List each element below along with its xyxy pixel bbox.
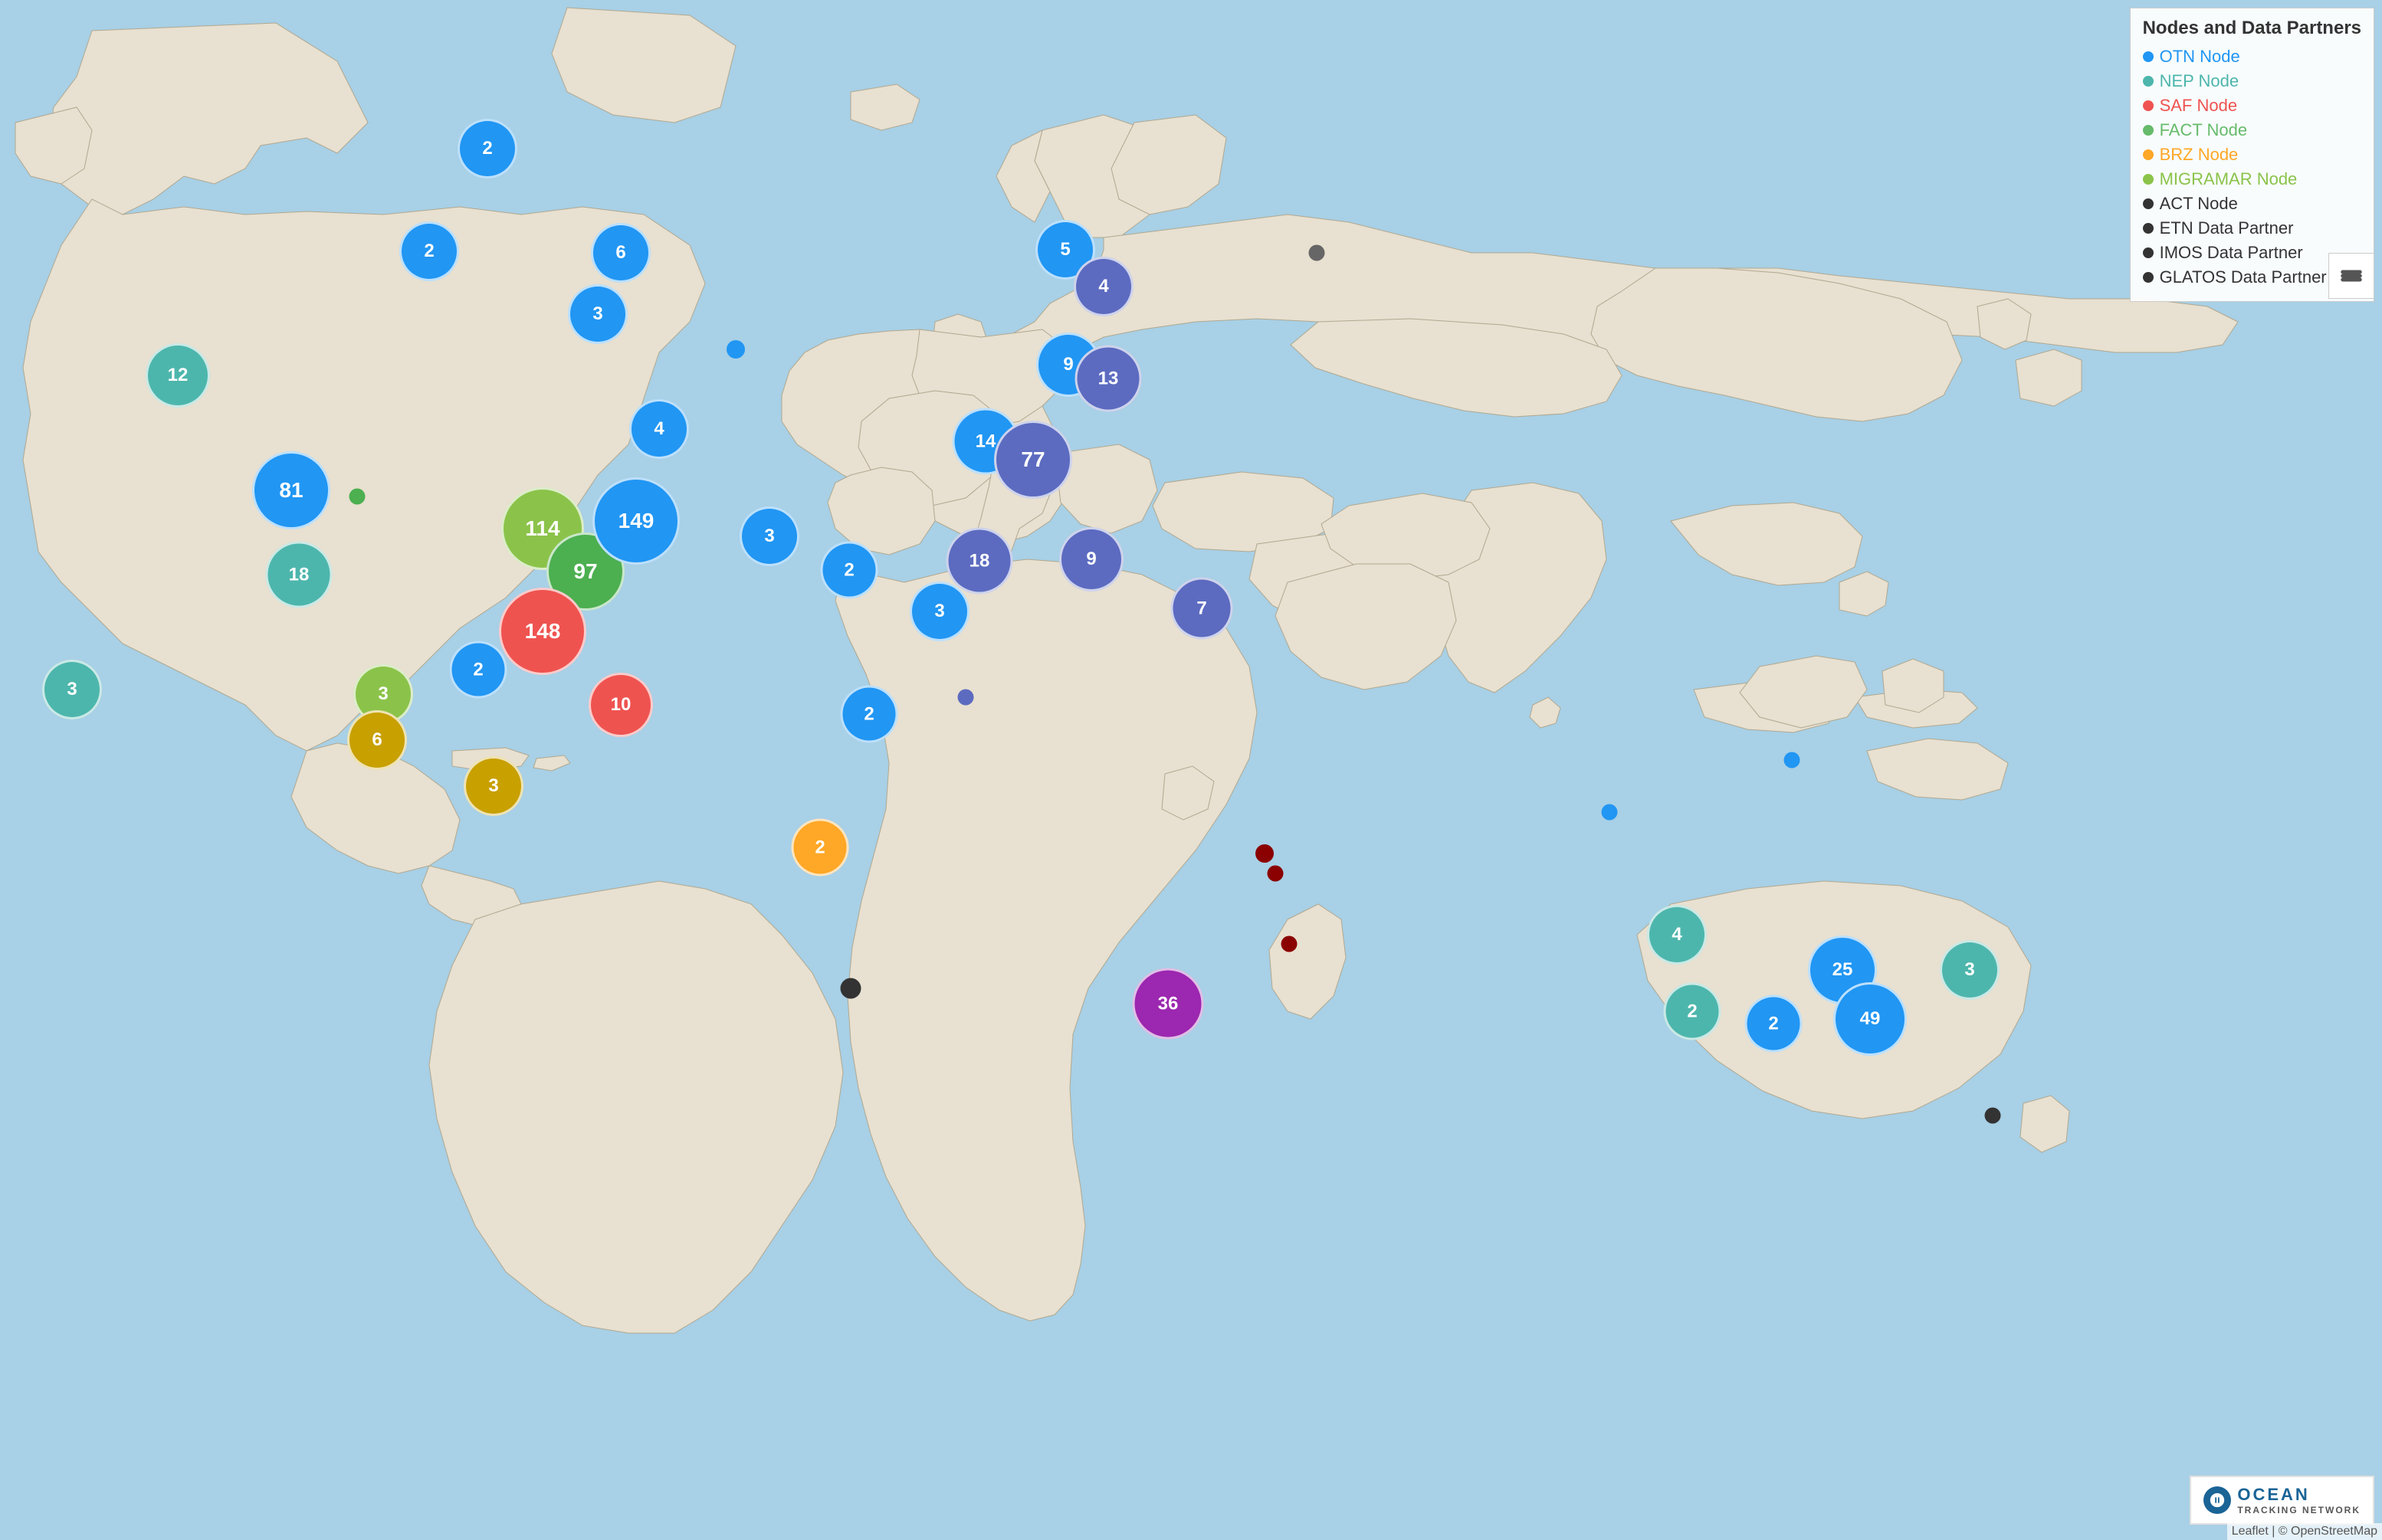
legend-label: GLATOS Data Partner — [2160, 267, 2327, 287]
legend-dot — [2143, 149, 2154, 160]
cluster-marker[interactable]: 18 — [947, 528, 1013, 595]
legend-dot — [2143, 223, 2154, 234]
cluster-marker[interactable]: 3 — [740, 506, 799, 566]
cluster-marker[interactable]: 2 — [841, 686, 898, 743]
legend-item: FACT Node — [2143, 120, 2361, 140]
map-container: .ocean { fill: #a8d0e6; } .land { fill: … — [0, 0, 2382, 1540]
cluster-marker[interactable]: 7 — [1171, 578, 1233, 640]
cluster-marker[interactable]: 2 — [450, 641, 507, 699]
legend-items: OTN Node NEP Node SAF Node FACT Node BRZ Nod… — [2143, 47, 2361, 287]
logo-line2: TracKing NETWoRk — [2237, 1505, 2361, 1515]
attribution: Leaflet | © OpenStreetMap — [2227, 1523, 2382, 1540]
cluster-marker[interactable]: 6 — [347, 710, 407, 770]
cluster-marker[interactable]: 4 — [629, 399, 689, 459]
legend-label: BRZ Node — [2160, 145, 2239, 165]
small-dot-marker[interactable] — [349, 489, 366, 505]
legend-item: SAF Node — [2143, 96, 2361, 116]
cluster-marker[interactable]: 2 — [792, 819, 849, 876]
legend-item: MIGRAMAR Node — [2143, 169, 2361, 189]
legend-dot — [2143, 100, 2154, 111]
legend-label: FACT Node — [2160, 120, 2248, 140]
legend-label: ETN Data Partner — [2160, 218, 2294, 238]
legend-dot — [2143, 247, 2154, 258]
legend-dot — [2143, 125, 2154, 136]
cluster-marker[interactable]: 2 — [821, 542, 878, 599]
cluster-marker[interactable]: 4 — [1074, 257, 1134, 316]
small-dot-marker[interactable] — [1985, 1108, 2001, 1124]
legend-label: IMOS Data Partner — [2160, 243, 2303, 263]
legend-dot — [2143, 174, 2154, 185]
layer-control-button[interactable] — [2328, 253, 2374, 299]
cluster-marker[interactable]: 149 — [592, 477, 680, 565]
small-dot-marker[interactable] — [1268, 866, 1284, 882]
cluster-marker[interactable]: 13 — [1075, 346, 1142, 412]
cluster-marker[interactable]: 2 — [1664, 983, 1721, 1040]
legend-item: ACT Node — [2143, 194, 2361, 214]
small-dot-marker[interactable] — [1784, 752, 1800, 768]
cluster-marker[interactable]: 49 — [1833, 982, 1907, 1056]
legend-dot — [2143, 198, 2154, 209]
legend-item: NEP Node — [2143, 71, 2361, 91]
legend-dot — [2143, 76, 2154, 87]
small-dot-marker[interactable] — [1309, 245, 1325, 261]
cluster-marker[interactable]: 81 — [252, 451, 330, 529]
cluster-marker[interactable]: 3 — [42, 660, 102, 719]
small-dot-marker[interactable] — [1281, 936, 1298, 952]
legend-item: BRZ Node — [2143, 145, 2361, 165]
logo-line1: OCEAN — [2237, 1485, 2361, 1505]
cluster-marker[interactable]: 3 — [568, 284, 628, 344]
cluster-marker[interactable]: 2 — [399, 221, 459, 281]
cluster-marker[interactable]: 18 — [266, 542, 333, 608]
cluster-marker[interactable]: 12 — [146, 343, 210, 408]
legend-label: MIGRAMAR Node — [2160, 169, 2298, 189]
legend-item: OTN Node — [2143, 47, 2361, 67]
cluster-marker[interactable]: 9 — [1059, 527, 1124, 591]
cluster-marker[interactable]: 4 — [1647, 905, 1707, 965]
cluster-marker[interactable]: 77 — [994, 421, 1072, 499]
cluster-marker[interactable]: 3 — [464, 756, 523, 816]
cluster-marker[interactable]: 3 — [1940, 940, 2000, 1000]
legend-dot — [2143, 51, 2154, 62]
legend-label: NEP Node — [2160, 71, 2239, 91]
otn-logo: OCEAN TracKing NETWoRk — [2190, 1476, 2374, 1525]
cluster-marker[interactable]: 10 — [589, 673, 653, 737]
cluster-marker[interactable]: 148 — [499, 588, 586, 675]
small-dot-marker[interactable] — [841, 978, 861, 999]
legend-label: ACT Node — [2160, 194, 2238, 214]
legend-label: SAF Node — [2160, 96, 2238, 116]
cluster-marker[interactable]: 2 — [1745, 995, 1803, 1053]
small-dot-marker[interactable] — [1602, 804, 1618, 821]
legend-title: Nodes and Data Partners — [2143, 18, 2361, 39]
small-dot-marker[interactable] — [727, 340, 745, 359]
small-dot-marker[interactable] — [1255, 844, 1274, 863]
legend-label: OTN Node — [2160, 47, 2240, 67]
legend-item: ETN Data Partner — [2143, 218, 2361, 238]
cluster-marker[interactable]: 36 — [1133, 968, 1204, 1040]
cluster-marker[interactable]: 2 — [458, 119, 517, 179]
cluster-marker[interactable]: 3 — [910, 582, 970, 641]
small-dot-marker[interactable] — [958, 690, 974, 706]
legend-dot — [2143, 272, 2154, 283]
cluster-marker[interactable]: 6 — [591, 223, 651, 283]
